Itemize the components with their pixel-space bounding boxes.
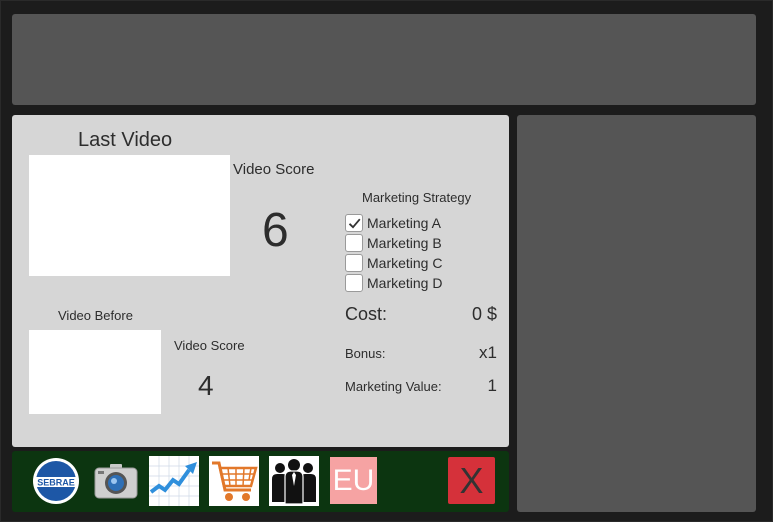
bottom-toolbar: SEBRAE EU X bbox=[12, 451, 509, 512]
last-video-thumbnail[interactable] bbox=[29, 155, 230, 276]
marketing-option-d[interactable]: Marketing D bbox=[345, 274, 442, 292]
sebrae-logo-icon: SEBRAE bbox=[33, 458, 79, 504]
marketing-option-label: Marketing B bbox=[367, 235, 442, 251]
sebrae-logo-text: SEBRAE bbox=[37, 478, 75, 488]
game-screen: Last Video Video Score 6 Video Before Vi… bbox=[0, 0, 773, 522]
checkbox[interactable] bbox=[345, 234, 363, 252]
cost-value: 0 $ bbox=[471, 304, 497, 324]
right-side-panel bbox=[517, 115, 756, 512]
checkmark-icon bbox=[348, 218, 361, 229]
checkbox[interactable] bbox=[345, 254, 363, 272]
growth-chart-button[interactable] bbox=[149, 456, 199, 506]
camera-icon bbox=[94, 464, 138, 499]
checkbox[interactable] bbox=[345, 274, 363, 292]
marketing-option-c[interactable]: Marketing C bbox=[345, 254, 442, 272]
bonus-value: x1 bbox=[479, 343, 497, 362]
video-before-title: Video Before bbox=[58, 308, 133, 323]
marketing-option-label: Marketing D bbox=[367, 275, 443, 291]
marketing-option-label: Marketing A bbox=[367, 215, 441, 231]
marketing-option-a[interactable]: Marketing A bbox=[345, 214, 441, 232]
video-before-score: 4 bbox=[198, 370, 214, 401]
checkbox[interactable] bbox=[345, 214, 363, 232]
team-icon bbox=[269, 456, 319, 506]
shopping-cart-button[interactable] bbox=[209, 456, 259, 506]
close-button[interactable]: X bbox=[448, 457, 495, 504]
last-video-title: Last Video bbox=[78, 129, 173, 151]
shopping-cart-icon bbox=[209, 456, 259, 506]
video-before-score-label: Video Score bbox=[174, 338, 245, 353]
last-video-score: 6 bbox=[262, 204, 289, 257]
marketing-option-b[interactable]: Marketing B bbox=[345, 234, 442, 252]
sebrae-button[interactable]: SEBRAE bbox=[31, 456, 81, 506]
cost-label: Cost: bbox=[345, 304, 388, 324]
marketing-option-label: Marketing C bbox=[367, 255, 443, 271]
marketing-value-label: Marketing Value: bbox=[345, 379, 442, 394]
team-button[interactable] bbox=[269, 456, 319, 506]
video-results-panel: Last Video Video Score 6 Video Before Vi… bbox=[12, 115, 509, 447]
marketing-strategy-title: Marketing Strategy bbox=[362, 190, 472, 205]
camera-button[interactable] bbox=[91, 456, 141, 506]
marketing-value: 1 bbox=[487, 376, 497, 395]
bonus-label: Bonus: bbox=[345, 346, 386, 361]
top-bar-panel bbox=[12, 14, 756, 105]
video-before-thumbnail[interactable] bbox=[29, 330, 161, 414]
eu-button[interactable]: EU bbox=[330, 457, 377, 504]
last-video-score-label: Video Score bbox=[233, 161, 315, 178]
growth-chart-icon bbox=[149, 456, 199, 506]
